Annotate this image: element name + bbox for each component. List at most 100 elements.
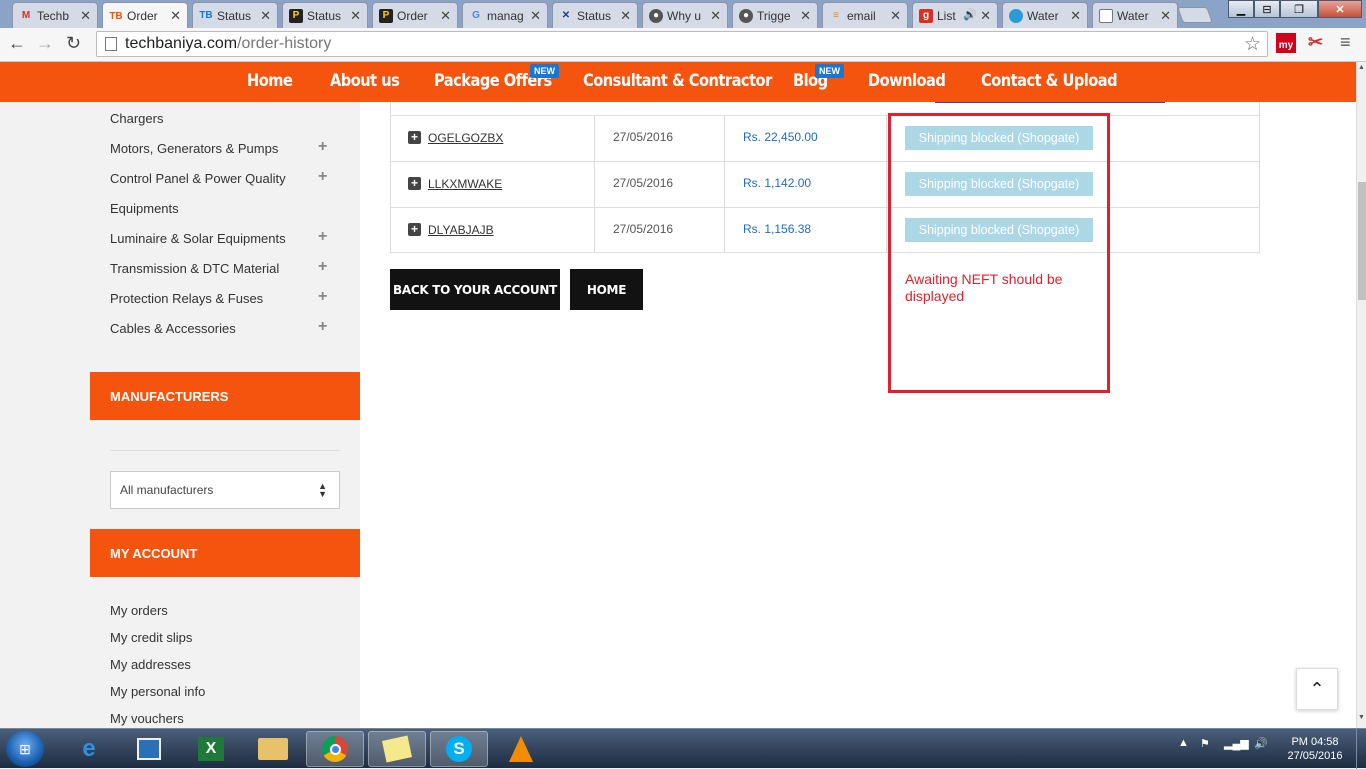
category-equipments[interactable]: Equipments (110, 201, 179, 216)
close-icon[interactable]: ✕ (800, 8, 811, 24)
close-icon[interactable]: ✕ (530, 8, 541, 24)
order-reference[interactable]: LLKXMWAKE (428, 177, 502, 191)
window-close-button[interactable]: ✕ (1318, 0, 1362, 18)
extension-icon[interactable]: ✂ (1308, 32, 1323, 53)
close-icon[interactable]: ✕ (980, 8, 991, 24)
page-scrollbar[interactable]: ▲ ▼ (1356, 62, 1366, 728)
expand-plus-icon[interactable]: + (318, 168, 327, 186)
tab-7[interactable]: ✕ Status ✕ (552, 2, 638, 28)
order-reference[interactable]: OGELGOZBX (428, 131, 503, 145)
tab-3[interactable]: TB Status ✕ (192, 2, 278, 28)
close-icon[interactable]: ✕ (1160, 8, 1171, 24)
system-clock[interactable]: PM 04:58 27/05/2016 (1276, 735, 1354, 763)
tab-13[interactable]: Water ✕ (1092, 2, 1178, 28)
scroll-up-icon[interactable]: ▲ (1358, 64, 1365, 71)
chrome-menu-icon[interactable]: ≡ (1340, 32, 1351, 53)
taskbar-sticky-notes[interactable] (368, 731, 426, 767)
category-transmission[interactable]: Transmission & DTC Material (110, 261, 279, 276)
nav-contact-upload[interactable]: Contact & Upload (981, 71, 1118, 91)
volume-icon[interactable]: 🔊 (1254, 737, 1268, 750)
nav-home[interactable]: Home (247, 71, 293, 91)
expand-row-icon[interactable]: + (408, 131, 421, 144)
tray-expand-icon[interactable]: ▲ (1178, 737, 1189, 749)
expand-plus-icon[interactable]: + (318, 258, 327, 276)
github-icon: ● (739, 8, 753, 23)
show-desktop-button[interactable] (1356, 729, 1366, 769)
tab-11[interactable]: g List 🔊 ✕ (912, 2, 998, 28)
back-arrow-icon[interactable]: ← (8, 33, 26, 54)
taskbar-media-player[interactable] (120, 731, 178, 767)
taskbar-skype[interactable]: S (430, 731, 488, 767)
restore-button[interactable]: ❐ (1280, 0, 1318, 18)
link-my-personal-info[interactable]: My personal info (110, 684, 205, 699)
close-icon[interactable]: ✕ (890, 8, 901, 24)
tab-8[interactable]: ● Why u ✕ (642, 2, 728, 28)
taskbar-excel[interactable]: X (182, 731, 240, 767)
tab-1[interactable]: M Techb ✕ (12, 2, 98, 28)
category-motors[interactable]: Motors, Generators & Pumps (110, 141, 278, 156)
close-icon[interactable]: ✕ (80, 8, 91, 24)
tab-4[interactable]: P Status ✕ (282, 2, 368, 28)
tab-12[interactable]: Water ✕ (1002, 2, 1088, 28)
category-protection-relays[interactable]: Protection Relays & Fuses (110, 291, 263, 306)
close-icon[interactable]: ✕ (620, 8, 631, 24)
chevron-up-icon: ⌃ (1309, 678, 1325, 699)
category-control-panel[interactable]: Control Panel & Power Quality (110, 171, 286, 186)
address-bar[interactable]: techbaniya.com/order-history ☆ (96, 31, 1268, 57)
category-luminaire[interactable]: Luminaire & Solar Equipments (110, 231, 286, 246)
start-button[interactable]: ⊞ (6, 731, 44, 767)
order-date: 27/05/2016 (613, 130, 674, 144)
nav-consultant-contractor[interactable]: Consultant & Contractor (583, 71, 772, 91)
action-center-flag-icon[interactable]: ⚑ (1200, 737, 1210, 750)
expand-row-icon[interactable]: + (408, 223, 421, 236)
manufacturers-select[interactable]: All manufacturers ▲ ▼ (110, 471, 340, 509)
tab-5[interactable]: P Order ✕ (372, 2, 458, 28)
minimize-button[interactable]: ▁ (1228, 0, 1254, 18)
sticky-notes-icon (381, 735, 413, 763)
link-my-orders[interactable]: My orders (110, 603, 168, 618)
order-total: Rs. 1,156.38 (743, 222, 812, 236)
category-cables[interactable]: Cables & Accessories (110, 321, 236, 336)
link-my-credit-slips[interactable]: My credit slips (110, 630, 192, 645)
order-reference[interactable]: DLYABJAJB (428, 223, 494, 237)
close-icon[interactable]: ✕ (350, 8, 361, 24)
network-icon[interactable]: ▂▄▆ (1224, 737, 1249, 750)
tab-2[interactable]: TB Order ✕ (102, 2, 188, 29)
x-tool-icon: ✕ (561, 10, 571, 21)
tab-6[interactable]: Gmanag ✕ (462, 2, 548, 28)
tab-10[interactable]: ≡ email ✕ (822, 2, 908, 28)
scroll-to-top-button[interactable]: ⌃ (1296, 668, 1338, 710)
close-icon[interactable]: ✕ (440, 8, 451, 24)
taskbar-vlc[interactable] (492, 731, 550, 767)
bookmark-star-icon[interactable]: ☆ (1244, 33, 1261, 56)
expand-plus-icon[interactable]: + (318, 318, 327, 336)
expand-plus-icon[interactable]: + (318, 288, 327, 306)
nav-about-us[interactable]: About us (330, 71, 400, 91)
internet-explorer-icon: e (82, 735, 96, 762)
taskbar-explorer[interactable] (244, 731, 302, 767)
scroll-down-icon[interactable]: ▼ (1358, 714, 1365, 721)
link-my-addresses[interactable]: My addresses (110, 657, 191, 672)
mypoints-extension-icon[interactable]: my (1276, 33, 1296, 53)
new-tab-button[interactable] (1177, 7, 1213, 23)
expand-plus-icon[interactable]: + (318, 138, 327, 156)
nav-download[interactable]: Download (868, 71, 946, 91)
link-my-vouchers[interactable]: My vouchers (110, 711, 184, 726)
expand-plus-icon[interactable]: + (318, 228, 327, 246)
taskbar-ie[interactable]: e (60, 731, 118, 767)
close-icon[interactable]: ✕ (1070, 8, 1081, 24)
tab-9[interactable]: ● Trigge ✕ (732, 2, 818, 28)
user-profile-button[interactable]: ⊟ (1254, 0, 1280, 18)
scrollbar-thumb[interactable] (1358, 182, 1366, 300)
site-navbar: Home About us Package Offers NEW Consult… (0, 62, 1356, 102)
category-chargers[interactable]: Chargers (110, 111, 163, 126)
taskbar-chrome[interactable] (306, 731, 364, 767)
expand-row-icon[interactable]: + (408, 177, 421, 190)
forward-arrow-icon[interactable]: → (36, 33, 54, 54)
close-icon[interactable]: ✕ (260, 8, 271, 24)
back-to-account-button[interactable]: BACK TO YOUR ACCOUNT (390, 269, 560, 310)
close-icon[interactable]: ✕ (710, 8, 721, 24)
close-icon[interactable]: ✕ (170, 8, 181, 24)
reload-icon[interactable]: ↻ (66, 33, 81, 54)
home-button[interactable]: HOME (570, 269, 643, 310)
